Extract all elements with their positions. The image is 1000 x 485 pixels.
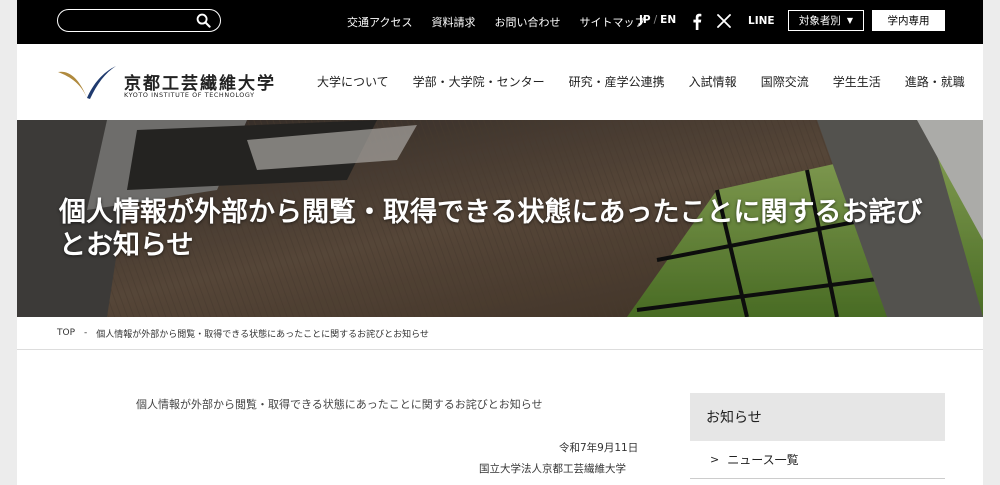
- breadcrumb: TOP - 個人情報が外部から閲覧・取得できる状態にあったことに関するお詫びとお…: [17, 317, 983, 350]
- lang-en-link[interactable]: EN: [660, 14, 676, 26]
- chevron-down-icon: ▼: [846, 16, 854, 25]
- search-icon[interactable]: [196, 13, 211, 28]
- sidebar-item-news-list[interactable]: > ニュース一覧: [690, 441, 945, 479]
- utility-bar: 交通アクセス 資料請求 お問い合わせ サイトマップ JP / EN LINE 対象者…: [17, 0, 983, 44]
- search-input[interactable]: [68, 12, 188, 29]
- nav-faculties[interactable]: 学部・大学院・センター: [413, 73, 545, 90]
- article-heading: 個人情報が外部から閲覧・取得できる状態にあったことに関するお詫びとお知らせ: [136, 398, 543, 411]
- x-twitter-icon[interactable]: [717, 14, 731, 28]
- sidebar-item-label: ニュース一覧: [727, 453, 799, 467]
- nav-student-life[interactable]: 学生生活: [833, 73, 881, 90]
- main-nav: 大学について 学部・大学院・センター 研究・産学公連携 入試情報 国際交流 学生…: [317, 73, 965, 90]
- page-title: 個人情報が外部から閲覧・取得できる状態にあったことに関するお詫びとお知らせ: [59, 197, 923, 261]
- internal-only-button[interactable]: 学内専用: [872, 10, 945, 31]
- hero-banner: 個人情報が外部から閲覧・取得できる状態にあったことに関するお詫びとお知らせ: [17, 120, 983, 317]
- nav-research[interactable]: 研究・産学公連携: [569, 73, 665, 90]
- article-organization: 国立大学法人京都工芸繊維大学: [479, 463, 626, 475]
- audience-dropdown-label: 対象者別: [798, 15, 841, 27]
- sidebar-title: お知らせ: [690, 393, 945, 441]
- facebook-icon[interactable]: [692, 13, 702, 30]
- lang-jp-link[interactable]: JP: [639, 14, 651, 26]
- contact-link[interactable]: お問い合わせ: [494, 14, 560, 30]
- sitemap-link[interactable]: サイトマップ: [579, 14, 645, 30]
- nav-about[interactable]: 大学について: [317, 73, 389, 90]
- site-header: 京都工芸繊維大学 KYOTO INSTITUTE OF TECHNOLOGY 大…: [17, 44, 983, 120]
- breadcrumb-current: 個人情報が外部から閲覧・取得できる状態にあったことに関するお詫びとお知らせ: [96, 329, 429, 340]
- chevron-right-icon: >: [710, 453, 720, 466]
- page-frame: 交通アクセス 資料請求 お問い合わせ サイトマップ JP / EN LINE 対象者…: [17, 0, 983, 485]
- breadcrumb-home-link[interactable]: TOP: [57, 328, 75, 338]
- search-box[interactable]: [57, 9, 221, 32]
- lang-separator: /: [653, 14, 658, 26]
- language-switch: JP / EN: [639, 14, 676, 26]
- utility-links: 交通アクセス 資料請求 お問い合わせ サイトマップ: [347, 0, 664, 44]
- access-link[interactable]: 交通アクセス: [347, 14, 412, 30]
- nav-admissions[interactable]: 入試情報: [689, 73, 737, 90]
- line-link[interactable]: LINE: [748, 15, 775, 27]
- breadcrumb-separator: -: [84, 328, 88, 338]
- nav-international[interactable]: 国際交流: [761, 73, 809, 90]
- internal-only-label: 学内専用: [887, 15, 930, 27]
- university-logo-icon[interactable]: [57, 64, 117, 100]
- audience-dropdown-button[interactable]: 対象者別 ▼: [788, 10, 864, 31]
- brochure-link[interactable]: 資料請求: [431, 14, 475, 30]
- nav-careers[interactable]: 進路・就職: [905, 73, 965, 90]
- article-date: 令和7年9月11日: [559, 442, 639, 454]
- sidebar-title-text: お知らせ: [706, 410, 762, 426]
- logo-text-en: KYOTO INSTITUTE OF TECHNOLOGY: [124, 91, 255, 99]
